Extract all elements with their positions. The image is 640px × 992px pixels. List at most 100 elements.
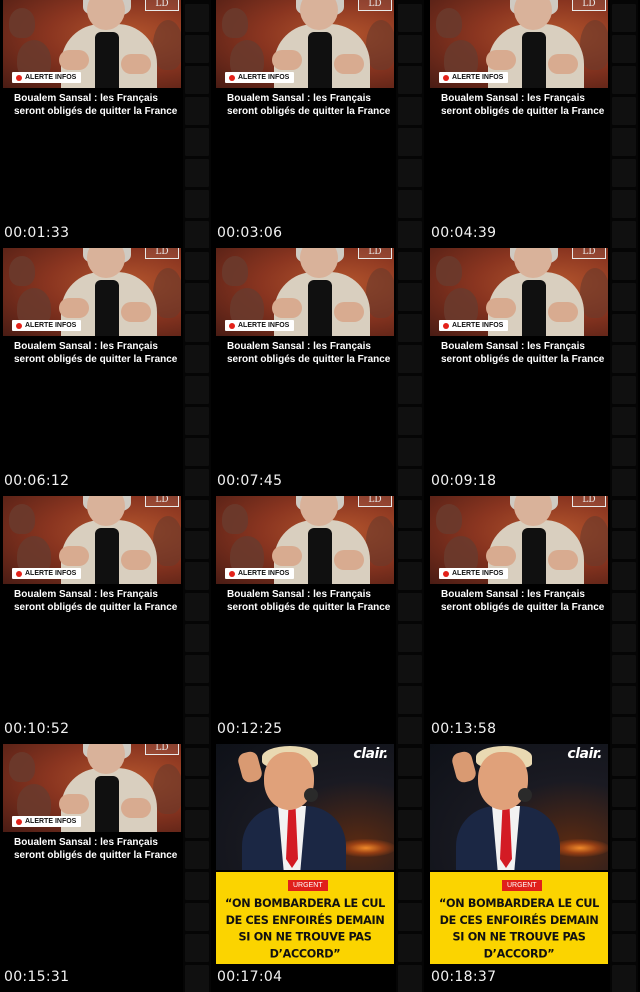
red-dot-icon	[16, 74, 22, 81]
alert-badge: ALERTE INFOS	[439, 72, 509, 83]
alert-badge-label: ALERTE INFOS	[452, 322, 504, 329]
video-thumbnail[interactable]: LD ALERTE INFOS Boualem Sansal : les Fra…	[430, 496, 608, 716]
clip-cell[interactable]: LD ALERTE INFOS Boualem Sansal : les Fra…	[213, 248, 426, 497]
clip-cell[interactable]: LD ALERTE INFOS Boualem Sansal : les Fra…	[0, 0, 213, 249]
red-dot-icon	[16, 322, 22, 329]
red-dot-icon	[443, 74, 449, 81]
film-strip	[610, 248, 638, 497]
clip-cell[interactable]: LD ALERTE INFOS Boualem Sansal : les Fra…	[213, 496, 426, 745]
alert-badge-label: ALERTE INFOS	[238, 322, 290, 329]
alert-badge: ALERTE INFOS	[439, 320, 509, 331]
channel-logo: LD	[358, 496, 392, 507]
film-strip	[183, 248, 211, 497]
microphone-icon	[518, 788, 532, 802]
clip-cell[interactable]: LD ALERTE INFOS Boualem Sansal : les Fra…	[0, 744, 213, 992]
timestamp: 00:18:37	[431, 969, 497, 985]
red-dot-icon	[229, 74, 235, 81]
timestamp: 00:09:18	[431, 473, 497, 489]
timestamp: 00:15:31	[4, 969, 70, 985]
clip-cell[interactable]: LD ALERTE INFOS Boualem Sansal : les Fra…	[0, 496, 213, 745]
speech-photo: clair.	[430, 744, 608, 870]
film-strip	[183, 0, 211, 249]
microphone-icon	[304, 788, 318, 802]
video-thumbnail[interactable]: LD ALERTE INFOS Boualem Sansal : les Fra…	[3, 744, 181, 964]
channel-logo: LD	[145, 0, 179, 11]
clip-cell[interactable]: LD ALERTE INFOS Boualem Sansal : les Fra…	[427, 496, 640, 745]
timestamp: 00:12:25	[217, 721, 283, 737]
film-strip	[183, 744, 211, 992]
timestamp: 00:06:12	[4, 473, 70, 489]
channel-logo: LD	[572, 248, 606, 259]
alert-badge-label: ALERTE INFOS	[25, 818, 77, 825]
alert-badge-label: ALERTE INFOS	[25, 570, 77, 577]
alert-badge: ALERTE INFOS	[225, 72, 295, 83]
video-headline: Boualem Sansal : les Français seront obl…	[227, 341, 391, 365]
film-strip	[610, 496, 638, 745]
clip-cell[interactable]: LD ALERTE INFOS Boualem Sansal : les Fra…	[427, 248, 640, 497]
channel-logo: LD	[358, 0, 392, 11]
red-dot-icon	[229, 570, 235, 577]
alert-badge-label: ALERTE INFOS	[452, 570, 504, 577]
alert-badge: ALERTE INFOS	[225, 320, 295, 331]
red-dot-icon	[443, 322, 449, 329]
clip-cell[interactable]: LD ALERTE INFOS Boualem Sansal : les Fra…	[213, 0, 426, 249]
video-headline: Boualem Sansal : les Français seront obl…	[441, 93, 605, 117]
video-thumbnail[interactable]: LD ALERTE INFOS Boualem Sansal : les Fra…	[216, 0, 394, 220]
alert-badge: ALERTE INFOS	[12, 320, 82, 331]
video-headline: Boualem Sansal : les Français seront obl…	[227, 93, 391, 117]
timestamp: 00:13:58	[431, 721, 497, 737]
quote-text: “ON BOMBARDERA LE CUL DE CES ENFOIRÉS DE…	[439, 896, 599, 961]
video-thumbnail[interactable]: LD ALERTE INFOS Boualem Sansal : les Fra…	[216, 496, 394, 716]
video-headline: Boualem Sansal : les Français seront obl…	[14, 589, 178, 613]
video-thumbnail[interactable]: clair. URGENT “ON BOMBARDERA LE CUL DE C…	[430, 744, 608, 964]
channel-logo: LD	[572, 0, 606, 11]
quote-card: URGENT “ON BOMBARDERA LE CUL DE CES ENFO…	[430, 872, 608, 964]
urgent-badge: URGENT	[502, 880, 542, 891]
timestamp: 00:17:04	[217, 969, 283, 985]
clip-cell[interactable]: clair. URGENT “ON BOMBARDERA LE CUL DE C…	[427, 744, 640, 992]
video-thumbnail[interactable]: LD ALERTE INFOS Boualem Sansal : les Fra…	[3, 0, 181, 220]
alert-badge: ALERTE INFOS	[12, 816, 82, 827]
video-headline: Boualem Sansal : les Français seront obl…	[441, 589, 605, 613]
channel-logo: LD	[572, 496, 606, 507]
video-thumbnail[interactable]: LD ALERTE INFOS Boualem Sansal : les Fra…	[430, 0, 608, 220]
channel-brand: clair.	[353, 746, 388, 762]
timestamp: 00:10:52	[4, 721, 70, 737]
alert-badge-label: ALERTE INFOS	[238, 74, 290, 81]
video-thumbnail[interactable]: LD ALERTE INFOS Boualem Sansal : les Fra…	[216, 248, 394, 468]
video-headline: Boualem Sansal : les Français seront obl…	[14, 837, 178, 861]
red-dot-icon	[16, 818, 22, 825]
timestamp: 00:03:06	[217, 225, 283, 241]
red-dot-icon	[229, 322, 235, 329]
alert-badge: ALERTE INFOS	[12, 568, 82, 579]
video-headline: Boualem Sansal : les Français seront obl…	[227, 589, 391, 613]
speech-photo: clair.	[216, 744, 394, 870]
film-strip	[396, 0, 424, 249]
video-headline: Boualem Sansal : les Français seront obl…	[14, 93, 178, 117]
video-thumbnail[interactable]: LD ALERTE INFOS Boualem Sansal : les Fra…	[3, 248, 181, 468]
alert-badge-label: ALERTE INFOS	[238, 570, 290, 577]
video-headline: Boualem Sansal : les Français seront obl…	[14, 341, 178, 365]
video-thumbnail[interactable]: clair. URGENT “ON BOMBARDERA LE CUL DE C…	[216, 744, 394, 964]
alert-badge: ALERTE INFOS	[225, 568, 295, 579]
film-strip	[396, 496, 424, 745]
film-strip	[610, 0, 638, 249]
film-strip	[396, 248, 424, 497]
film-strip	[396, 744, 424, 992]
video-thumbnail[interactable]: LD ALERTE INFOS Boualem Sansal : les Fra…	[3, 496, 181, 716]
video-thumbnail[interactable]: LD ALERTE INFOS Boualem Sansal : les Fra…	[430, 248, 608, 468]
channel-logo: LD	[358, 248, 392, 259]
alert-badge-label: ALERTE INFOS	[452, 74, 504, 81]
clip-cell[interactable]: LD ALERTE INFOS Boualem Sansal : les Fra…	[427, 0, 640, 249]
red-dot-icon	[443, 570, 449, 577]
alert-badge-label: ALERTE INFOS	[25, 322, 77, 329]
clip-cell[interactable]: LD ALERTE INFOS Boualem Sansal : les Fra…	[0, 248, 213, 497]
alert-badge: ALERTE INFOS	[12, 72, 82, 83]
quote-card: URGENT “ON BOMBARDERA LE CUL DE CES ENFO…	[216, 872, 394, 964]
alert-badge: ALERTE INFOS	[439, 568, 509, 579]
timestamp: 00:01:33	[4, 225, 70, 241]
timestamp: 00:04:39	[431, 225, 497, 241]
clip-cell[interactable]: clair. URGENT “ON BOMBARDERA LE CUL DE C…	[213, 744, 426, 992]
channel-brand: clair.	[567, 746, 602, 762]
thumbnail-grid: LD ALERTE INFOS Boualem Sansal : les Fra…	[0, 0, 640, 992]
